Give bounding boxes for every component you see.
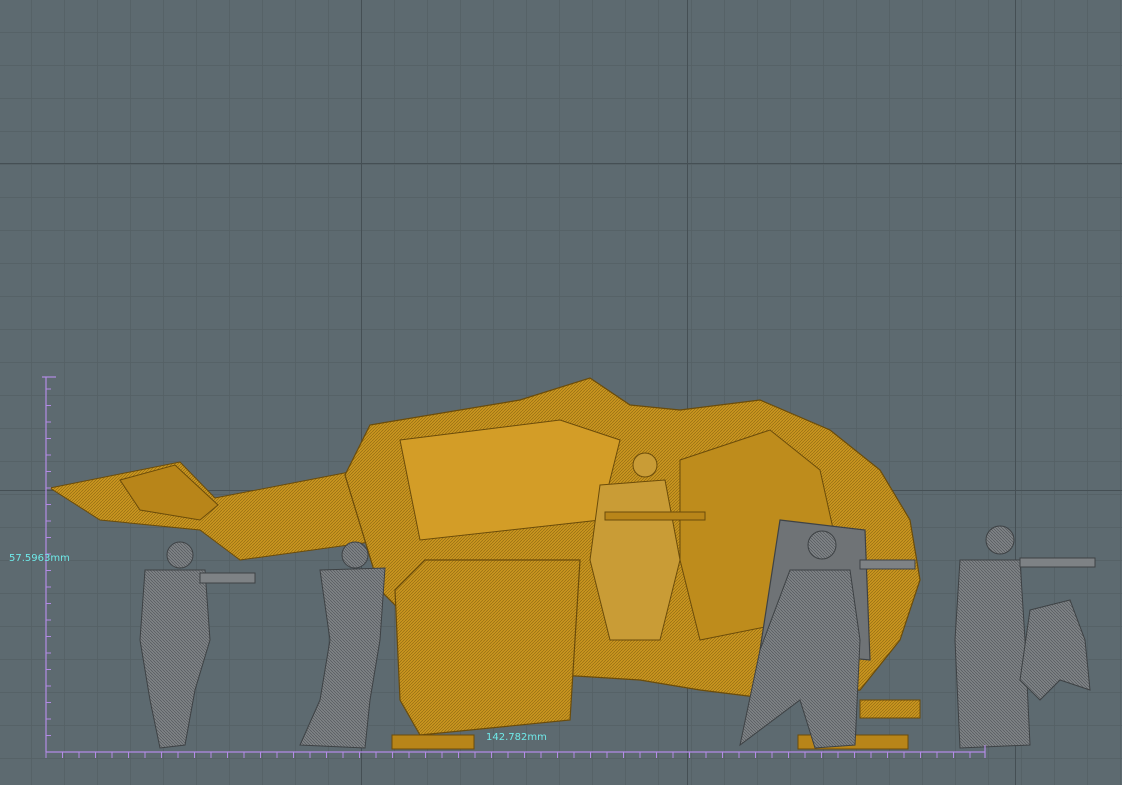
width-dimension-label: 142.782mm	[486, 732, 547, 743]
figure-soldier-pistol[interactable]	[139, 541, 256, 749]
height-dimension-label: 57.5963mm	[9, 553, 70, 564]
dropship-rotary-gun	[859, 699, 921, 719]
figure-soldier-walking[interactable]	[299, 541, 386, 749]
3d-viewport[interactable]: 57.5963mm 142.782mm	[0, 0, 1122, 785]
dropship-skid	[391, 734, 475, 750]
dropship-door-panel	[394, 559, 581, 736]
scene-render	[42, 376, 1096, 758]
figure-creature[interactable]	[1019, 599, 1091, 701]
dropship-tail-boom	[48, 461, 386, 561]
